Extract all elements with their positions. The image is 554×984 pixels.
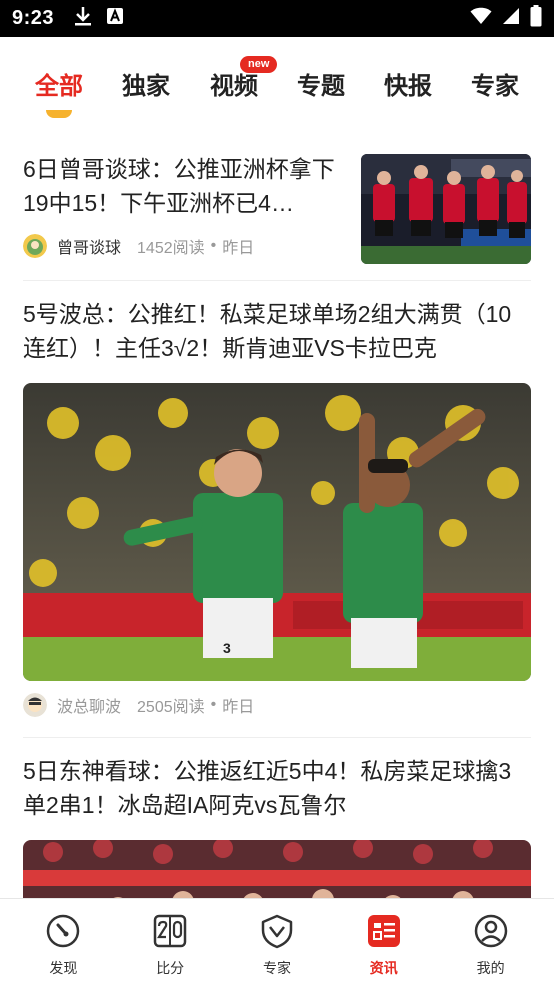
article-card[interactable]: 5号波总：公推红！私菜足球单场2组大满贯（10连红）！主任3√2！斯肯迪亚VS卡… bbox=[23, 281, 531, 737]
news-feed: 6日曾哥谈球：公推亚洲杯拿下19中15！下午亚洲杯已4… 曾哥谈球 1452阅读… bbox=[23, 140, 531, 980]
tab-experts[interactable]: 专家 bbox=[471, 70, 519, 110]
nav-label: 资讯 bbox=[369, 960, 398, 976]
nav-label: 发现 bbox=[49, 960, 78, 976]
publish-time: 昨日 bbox=[222, 699, 255, 716]
nav-scores[interactable]: 比分 bbox=[125, 899, 215, 984]
download-icon bbox=[74, 6, 92, 31]
active-tab-indicator bbox=[46, 110, 72, 118]
status-bar: 9:23 bbox=[0, 0, 554, 37]
author-name[interactable]: 波总聊波 bbox=[57, 693, 121, 717]
article-title: 5日东神看球：公推返红近5中4！私房菜足球擒3单2串1！冰岛超IA阿克vs瓦鲁尔 bbox=[23, 758, 512, 818]
wifi-icon bbox=[470, 7, 492, 30]
meta-separator: • bbox=[210, 696, 217, 713]
tab-label: 全部 bbox=[35, 73, 83, 100]
bottom-navigation: 发现 比分 专家 资讯 我的 bbox=[0, 898, 554, 984]
profile-icon bbox=[473, 913, 509, 954]
nav-label: 我的 bbox=[476, 960, 505, 976]
tab-label: 专题 bbox=[297, 73, 345, 100]
article-thumbnail bbox=[361, 154, 531, 264]
nav-news[interactable]: 资讯 bbox=[339, 899, 429, 984]
category-tabs: 全部 独家 视频 new 专题 快报 专家 bbox=[0, 56, 554, 122]
expert-shield-icon bbox=[259, 913, 295, 954]
tab-video[interactable]: 视频 new bbox=[210, 56, 278, 110]
tab-label: 独家 bbox=[122, 73, 170, 100]
new-badge: new bbox=[240, 56, 278, 73]
nav-me[interactable]: 我的 bbox=[446, 899, 536, 984]
nav-label: 专家 bbox=[262, 960, 291, 976]
publish-time: 昨日 bbox=[222, 240, 255, 257]
compass-icon bbox=[45, 913, 81, 954]
article-card[interactable]: 6日曾哥谈球：公推亚洲杯拿下19中15！下午亚洲杯已4… 曾哥谈球 1452阅读… bbox=[23, 140, 531, 280]
svg-text:3: 3 bbox=[223, 640, 231, 656]
nav-label: 比分 bbox=[156, 960, 185, 976]
signal-icon bbox=[502, 7, 520, 30]
scoreboard-icon bbox=[152, 913, 188, 954]
article-image: 3 bbox=[23, 383, 531, 681]
article-meta: 曾哥谈球 1452阅读 • 昨日 bbox=[23, 234, 254, 258]
tab-label: 视频 bbox=[210, 73, 258, 100]
meta-separator: • bbox=[210, 237, 217, 254]
app-notification-icon bbox=[106, 7, 124, 30]
tab-topics[interactable]: 专题 bbox=[297, 70, 345, 110]
read-count: 1452阅读 bbox=[137, 240, 205, 257]
tab-all[interactable]: 全部 bbox=[35, 70, 83, 118]
author-avatar bbox=[23, 693, 47, 717]
nav-discover[interactable]: 发现 bbox=[18, 899, 108, 984]
tab-exclusive[interactable]: 独家 bbox=[122, 70, 170, 110]
author-avatar bbox=[23, 234, 47, 258]
status-time: 9:23 bbox=[12, 7, 55, 29]
tab-flash-news[interactable]: 快报 bbox=[384, 70, 432, 110]
nav-experts[interactable]: 专家 bbox=[232, 899, 322, 984]
battery-icon bbox=[530, 5, 542, 32]
article-meta: 波总聊波 2505阅读 • 昨日 bbox=[23, 693, 531, 717]
article-title: 5号波总：公推红！私菜足球单场2组大满贯（10连红）！主任3√2！斯肯迪亚VS卡… bbox=[23, 301, 512, 361]
tab-label: 专家 bbox=[471, 73, 519, 100]
article-title: 6日曾哥谈球：公推亚洲杯拿下19中15！下午亚洲杯已4… bbox=[23, 156, 335, 216]
read-count: 2505阅读 bbox=[137, 699, 205, 716]
author-name[interactable]: 曾哥谈球 bbox=[57, 234, 121, 258]
tab-label: 快报 bbox=[384, 73, 432, 100]
news-icon bbox=[366, 913, 402, 954]
